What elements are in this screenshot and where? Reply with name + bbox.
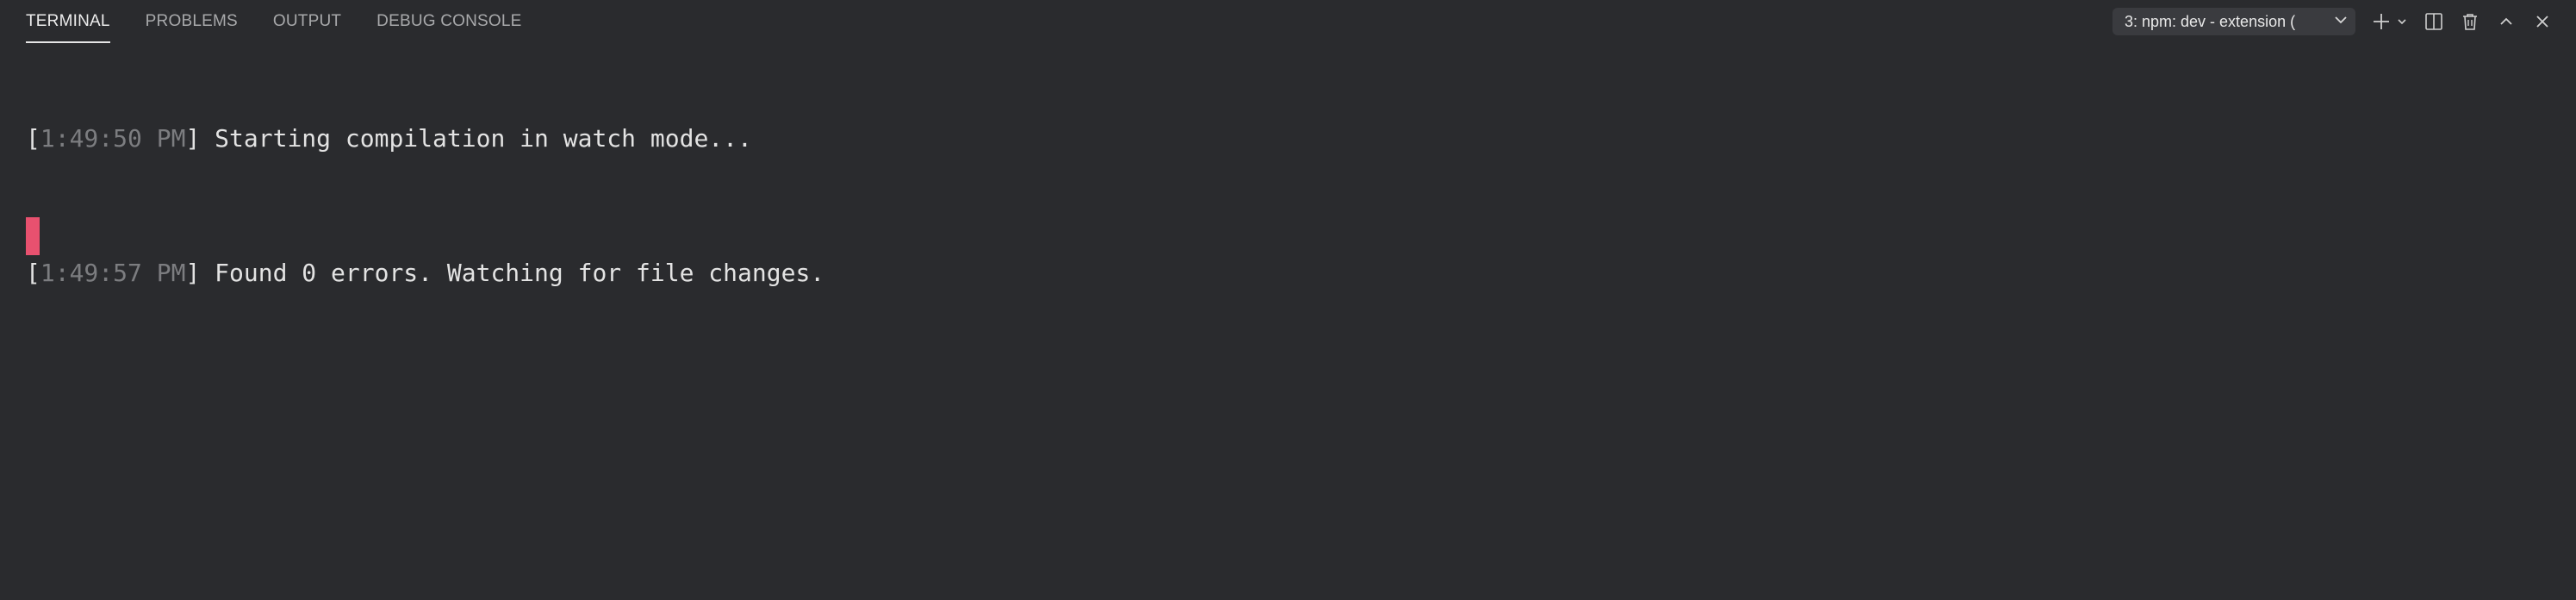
tab-terminal[interactable]: TERMINAL: [26, 0, 110, 45]
terminal-cursor: [26, 217, 40, 255]
launch-profile-button[interactable]: [2395, 7, 2409, 36]
terminal-line: [1:49:50 PM] Starting compilation in wat…: [26, 124, 824, 202]
bracket-open: [: [26, 259, 40, 287]
terminal-message: Found 0 errors. Watching for file change…: [200, 259, 825, 287]
close-icon: [2533, 12, 2552, 31]
timestamp: 1:49:50 PM: [40, 124, 186, 153]
split-terminal-button[interactable]: [2419, 7, 2448, 36]
tab-problems[interactable]: PROBLEMS: [146, 0, 238, 45]
plus-icon: [2371, 11, 2392, 32]
panel-tabs: TERMINAL PROBLEMS OUTPUT DEBUG CONSOLE: [26, 0, 557, 45]
chevron-up-icon: [2497, 12, 2516, 31]
terminal-output[interactable]: [1:49:50 PM] Starting compilation in wat…: [26, 67, 824, 393]
terminal-line: [1:49:57 PM] Found 0 errors. Watching fo…: [26, 259, 824, 336]
terminal-message: Starting compilation in watch mode...: [200, 124, 752, 153]
split-terminal-icon: [2424, 11, 2444, 32]
new-terminal-group: [2369, 7, 2409, 36]
chevron-down-icon: [2396, 16, 2408, 28]
terminal-select-value: 3: npm: dev - extension (: [2125, 12, 2296, 30]
trash-icon: [2460, 11, 2480, 32]
chevron-down-icon: [2333, 12, 2349, 32]
maximize-panel-button[interactable]: [2492, 7, 2521, 36]
terminal-select-dropdown[interactable]: 3: npm: dev - extension (: [2112, 8, 2355, 35]
close-panel-button[interactable]: [2528, 7, 2557, 36]
bracket-close: ]: [185, 259, 201, 287]
terminal-panel: TERMINAL PROBLEMS OUTPUT DEBUG CONSOLE 3…: [0, 0, 2576, 600]
tab-debug-console[interactable]: DEBUG CONSOLE: [376, 0, 521, 45]
kill-terminal-button[interactable]: [2455, 7, 2485, 36]
tab-output[interactable]: OUTPUT: [273, 0, 341, 45]
panel-actions: 3: npm: dev - extension (: [2112, 7, 2557, 36]
timestamp: 1:49:57 PM: [40, 259, 186, 287]
bracket-close: ]: [185, 124, 201, 153]
new-terminal-button[interactable]: [2369, 7, 2393, 36]
bracket-open: [: [26, 124, 40, 153]
